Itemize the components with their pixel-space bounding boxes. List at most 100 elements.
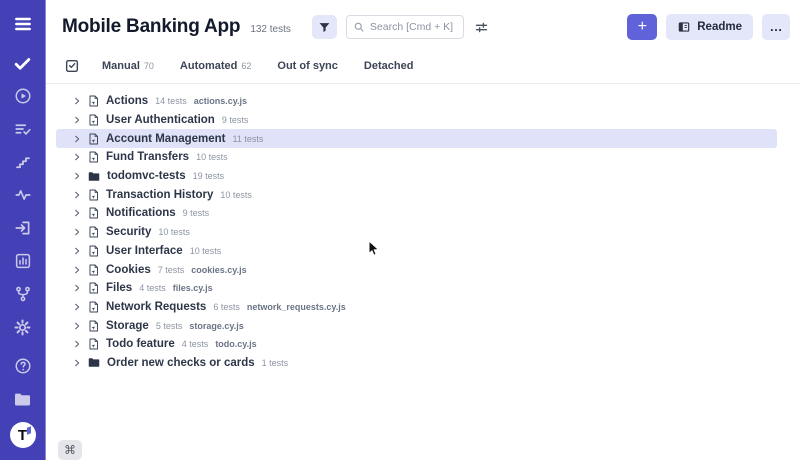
filter-button[interactable]	[312, 15, 337, 39]
test-group-filename: files.cy.js	[173, 283, 213, 293]
test-group-row[interactable]: todomvc-tests 19 tests	[56, 167, 777, 186]
test-group-row[interactable]: Notifications 9 tests	[56, 204, 777, 223]
search-input[interactable]	[370, 21, 457, 33]
test-group-count: 5 tests	[156, 321, 183, 331]
test-group-row[interactable]: User Interface 10 tests	[56, 242, 777, 261]
book-icon	[677, 20, 691, 34]
chevron-right-icon[interactable]	[72, 265, 82, 275]
tab-count: 70	[144, 61, 154, 71]
chevron-right-icon[interactable]	[72, 171, 82, 181]
test-group-name: Security	[106, 226, 151, 238]
test-group-count: 1 tests	[262, 358, 289, 368]
chevron-right-icon[interactable]	[72, 246, 82, 256]
more-button[interactable]: …	[762, 14, 790, 40]
test-group-filename: storage.cy.js	[189, 321, 243, 331]
test-group-name: Cookies	[106, 264, 151, 276]
search-icon	[353, 21, 365, 33]
chevron-right-icon[interactable]	[72, 227, 82, 237]
test-group-row[interactable]: Storage 5 tests storage.cy.js	[56, 316, 777, 335]
tests-count-badge: 132 tests	[250, 24, 291, 35]
test-group-row[interactable]: Transaction History 10 tests	[56, 185, 777, 204]
spec-file-icon	[88, 282, 99, 294]
avatar-accent	[27, 426, 31, 434]
check-icon[interactable]	[12, 53, 34, 73]
chevron-right-icon[interactable]	[72, 134, 82, 144]
spec-file-icon	[88, 338, 99, 350]
test-group-name: User Authentication	[106, 114, 215, 126]
test-group-count: 10 tests	[190, 246, 222, 256]
tab-detached[interactable]: Detached	[364, 60, 414, 72]
chevron-right-icon[interactable]	[72, 96, 82, 106]
chevron-right-icon[interactable]	[72, 283, 82, 293]
test-group-row[interactable]: Network Requests 6 tests network_request…	[56, 298, 777, 317]
gear-icon[interactable]	[12, 317, 34, 337]
analytics-icon[interactable]	[12, 251, 34, 271]
test-group-row[interactable]: User Authentication 9 tests	[56, 111, 777, 130]
select-all-icon[interactable]	[64, 58, 80, 74]
chevron-right-icon[interactable]	[72, 302, 82, 312]
spec-file-icon	[88, 151, 99, 163]
branch-icon[interactable]	[12, 284, 34, 304]
chevron-right-icon[interactable]	[72, 339, 82, 349]
command-shortcut-button[interactable]: ⌘	[58, 440, 82, 460]
spec-file-icon	[88, 245, 99, 257]
test-group-row[interactable]: Order new checks or cards 1 tests	[56, 354, 777, 373]
spec-file-icon	[88, 95, 99, 107]
test-group-name: todomvc-tests	[107, 170, 186, 182]
readme-button[interactable]: Readme	[666, 14, 753, 40]
projects-folder-icon[interactable]	[12, 389, 34, 409]
tab-label: Detached	[364, 60, 414, 72]
avatar[interactable]: T	[10, 422, 36, 448]
play-circle-icon[interactable]	[12, 86, 34, 106]
test-group-name: Network Requests	[106, 301, 206, 313]
test-group-row[interactable]: Todo feature 4 tests todo.cy.js	[56, 335, 777, 354]
test-group-count: 11 tests	[233, 134, 264, 144]
search-box[interactable]	[346, 15, 464, 39]
test-group-name: Fund Transfers	[106, 151, 189, 163]
test-group-name: Files	[106, 282, 132, 294]
tab-count: 62	[241, 61, 251, 71]
tab-manual[interactable]: Manual 70	[102, 60, 154, 72]
chevron-right-icon[interactable]	[72, 321, 82, 331]
readme-label: Readme	[697, 21, 742, 33]
test-group-name: Actions	[106, 95, 148, 107]
test-group-name: Notifications	[106, 207, 176, 219]
test-group-count: 4 tests	[182, 339, 209, 349]
help-icon[interactable]	[12, 356, 34, 376]
chevron-right-icon[interactable]	[72, 190, 82, 200]
test-group-row[interactable]: Security 10 tests	[56, 223, 777, 242]
steps-icon[interactable]	[12, 152, 34, 172]
chevron-right-icon[interactable]	[72, 208, 82, 218]
test-group-row[interactable]: Account Management 11 tests	[56, 129, 777, 148]
playlist-check-icon[interactable]	[12, 119, 34, 139]
chevron-right-icon[interactable]	[72, 115, 82, 125]
spec-file-icon	[88, 320, 99, 332]
chevron-right-icon[interactable]	[72, 152, 82, 162]
adjustments-icon[interactable]	[474, 20, 489, 35]
main-area: Mobile Banking App 132 tests + Readme …	[46, 0, 800, 460]
test-group-row[interactable]: Fund Transfers 10 tests	[56, 148, 777, 167]
folder-icon	[88, 357, 100, 368]
menu-icon[interactable]	[12, 12, 34, 36]
test-group-list: Actions 14 tests actions.cy.js User Auth…	[46, 84, 800, 372]
test-group-count: 14 tests	[155, 96, 187, 106]
test-group-name: Order new checks or cards	[107, 357, 255, 369]
test-group-name: Storage	[106, 320, 149, 332]
sidebar: T	[0, 0, 46, 460]
tab-out-of-sync[interactable]: Out of sync	[277, 60, 338, 72]
sign-in-icon[interactable]	[12, 218, 34, 238]
activity-icon[interactable]	[12, 185, 34, 205]
test-group-name: User Interface	[106, 245, 183, 257]
test-group-row[interactable]: Actions 14 tests actions.cy.js	[56, 92, 777, 111]
tab-label: Automated	[180, 60, 237, 72]
spec-file-icon	[88, 264, 99, 276]
spec-file-icon	[88, 133, 99, 145]
test-group-count: 10 tests	[196, 152, 228, 162]
test-group-filename: network_requests.cy.js	[247, 302, 346, 312]
test-group-row[interactable]: Cookies 7 tests cookies.cy.js	[56, 260, 777, 279]
add-button[interactable]: +	[627, 14, 657, 40]
chevron-right-icon[interactable]	[72, 358, 82, 368]
test-group-row[interactable]: Files 4 tests files.cy.js	[56, 279, 777, 298]
tab-automated[interactable]: Automated 62	[180, 60, 251, 72]
test-group-count: 10 tests	[158, 227, 190, 237]
